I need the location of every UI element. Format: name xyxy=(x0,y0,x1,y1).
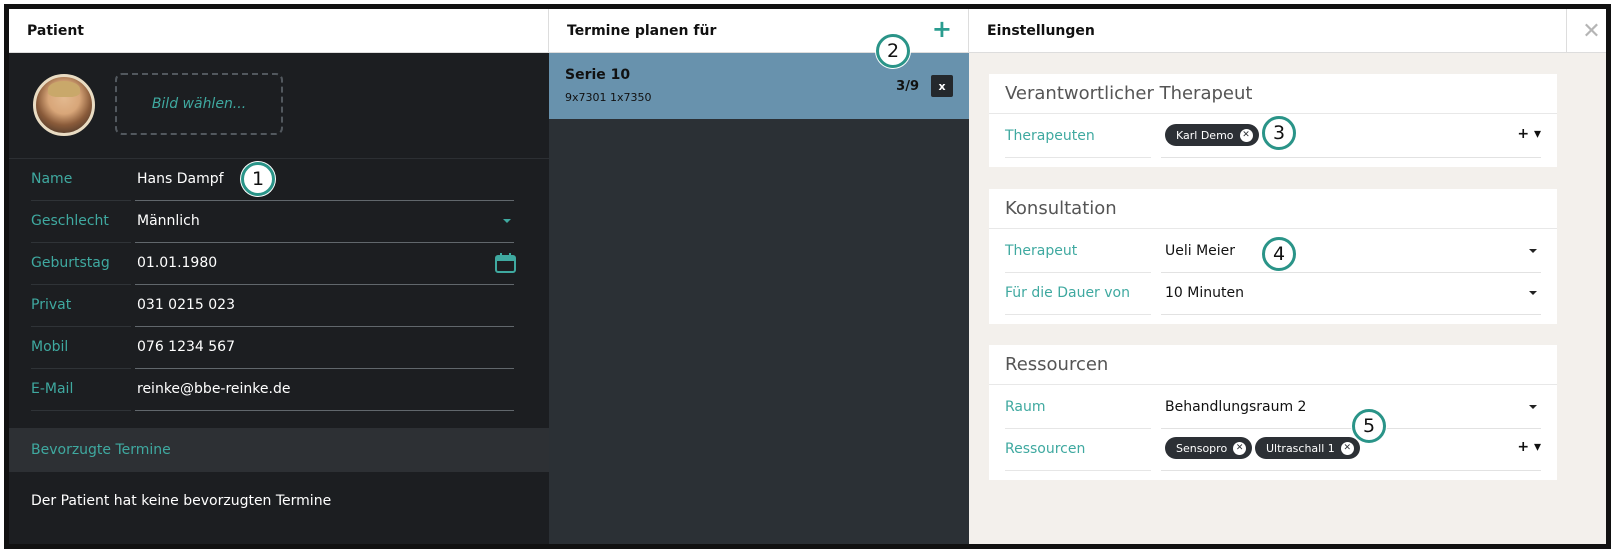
planning-panel: Termine planen für + Serie 10 9x7301 1x7… xyxy=(549,9,969,544)
resources-label: Ressourcen xyxy=(1005,441,1086,457)
mobile-field[interactable]: 076 1234 567 xyxy=(137,339,235,355)
planning-title: Termine planen für xyxy=(567,22,717,39)
email-label: E-Mail xyxy=(31,381,74,397)
therapist-chip: Karl Demo ✕ xyxy=(1165,124,1259,146)
room-label: Raum xyxy=(1005,399,1046,415)
birthday-row: Geburtstag 01.01.1980 xyxy=(9,243,549,285)
add-icon[interactable]: + xyxy=(932,17,952,41)
patient-panel: Patient Bild wählen... Name Hans Dampf G… xyxy=(9,9,549,544)
resource-chip: Ultraschall 1 ✕ xyxy=(1255,437,1360,459)
duration-select[interactable]: 10 Minuten xyxy=(1165,285,1244,301)
name-field[interactable]: Hans Dampf xyxy=(137,171,224,187)
add-therapist-button[interactable]: + ▾ xyxy=(1517,126,1541,142)
chevron-down-icon[interactable] xyxy=(503,219,511,223)
serie-title: Serie 10 xyxy=(565,67,631,83)
callout-badge-3: 3 xyxy=(1262,116,1296,150)
serie-item[interactable]: Serie 10 9x7301 1x7350 3/9 x xyxy=(549,53,969,119)
callout-badge-1: 1 xyxy=(241,162,275,196)
remove-serie-button[interactable]: x xyxy=(931,75,953,97)
remove-chip-icon[interactable]: ✕ xyxy=(1239,128,1253,142)
mobile-label: Mobil xyxy=(31,339,69,355)
birthday-label: Geburtstag xyxy=(31,255,110,271)
add-resource-button[interactable]: + ▾ xyxy=(1517,439,1541,455)
resource-chip: Sensopro ✕ xyxy=(1165,437,1253,459)
room-row: Raum Behandlungsraum 2 xyxy=(989,387,1557,429)
callout-badge-2: 2 xyxy=(876,34,910,68)
gender-row: Geschlecht Männlich xyxy=(9,201,549,243)
name-label: Name xyxy=(31,171,73,187)
resource-chip-label: Sensopro xyxy=(1176,441,1228,455)
email-row: E-Mail reinke@bbe-reinke.de xyxy=(9,369,549,411)
preferred-empty-text: Der Patient hat keine bevorzugten Termin… xyxy=(31,493,332,509)
chevron-down-icon[interactable] xyxy=(1529,405,1537,409)
serie-subtitle: 9x7301 1x7350 xyxy=(565,91,652,104)
resources-card: Ressourcen Raum Behandlungsraum 2 Ressou… xyxy=(989,345,1557,480)
callout-badge-4: 4 xyxy=(1262,237,1296,271)
settings-header: Einstellungen ✕ xyxy=(969,9,1606,53)
calendar-icon[interactable] xyxy=(495,253,516,273)
remove-chip-icon[interactable]: ✕ xyxy=(1340,441,1354,455)
consultation-therapist-label: Therapeut xyxy=(1005,243,1078,259)
serie-count: 3/9 xyxy=(896,79,919,94)
settings-panel: Einstellungen ✕ Verantwortlicher Therape… xyxy=(969,9,1606,544)
preferred-appointments-header[interactable]: Bevorzugte Termine xyxy=(9,428,549,472)
private-phone-label: Privat xyxy=(31,297,72,313)
duration-row: Für die Dauer von 10 Minuten xyxy=(989,273,1557,315)
therapists-label: Therapeuten xyxy=(1005,128,1095,144)
close-icon[interactable]: ✕ xyxy=(1566,9,1606,53)
gender-label: Geschlecht xyxy=(31,213,109,229)
avatar xyxy=(33,74,95,136)
private-phone-field[interactable]: 031 0215 023 xyxy=(137,297,235,313)
birthday-field[interactable]: 01.01.1980 xyxy=(137,255,217,271)
therapist-chip-label: Karl Demo xyxy=(1176,128,1234,142)
room-select[interactable]: Behandlungsraum 2 xyxy=(1165,399,1306,415)
callout-badge-5: 5 xyxy=(1352,409,1386,443)
private-phone-row: Privat 031 0215 023 xyxy=(9,285,549,327)
chevron-down-icon[interactable] xyxy=(1529,291,1537,295)
patient-header: Patient xyxy=(9,9,549,53)
resource-chip-label: Ultraschall 1 xyxy=(1266,441,1335,455)
resources-row: Ressourcen Sensopro ✕ Ultraschall 1 ✕ + … xyxy=(989,429,1557,471)
consultation-therapist-select[interactable]: Ueli Meier xyxy=(1165,243,1235,259)
remove-chip-icon[interactable]: ✕ xyxy=(1233,441,1247,455)
chevron-down-icon[interactable] xyxy=(1529,249,1537,253)
choose-photo-button[interactable]: Bild wählen... xyxy=(115,73,283,135)
duration-label: Für die Dauer von xyxy=(1005,285,1130,301)
consultation-card-title: Konsultation xyxy=(989,189,1557,229)
resources-card-title: Ressourcen xyxy=(989,345,1557,385)
settings-title: Einstellungen xyxy=(987,22,1095,39)
name-row: Name Hans Dampf xyxy=(9,159,549,201)
email-field[interactable]: reinke@bbe-reinke.de xyxy=(137,381,290,397)
photo-section: Bild wählen... xyxy=(9,53,549,159)
mobile-row: Mobil 076 1234 567 xyxy=(9,327,549,369)
app-window: Patient Bild wählen... Name Hans Dampf G… xyxy=(4,4,1611,549)
therapist-card-title: Verantwortlicher Therapeut xyxy=(989,74,1557,114)
gender-select[interactable]: Männlich xyxy=(137,213,200,229)
